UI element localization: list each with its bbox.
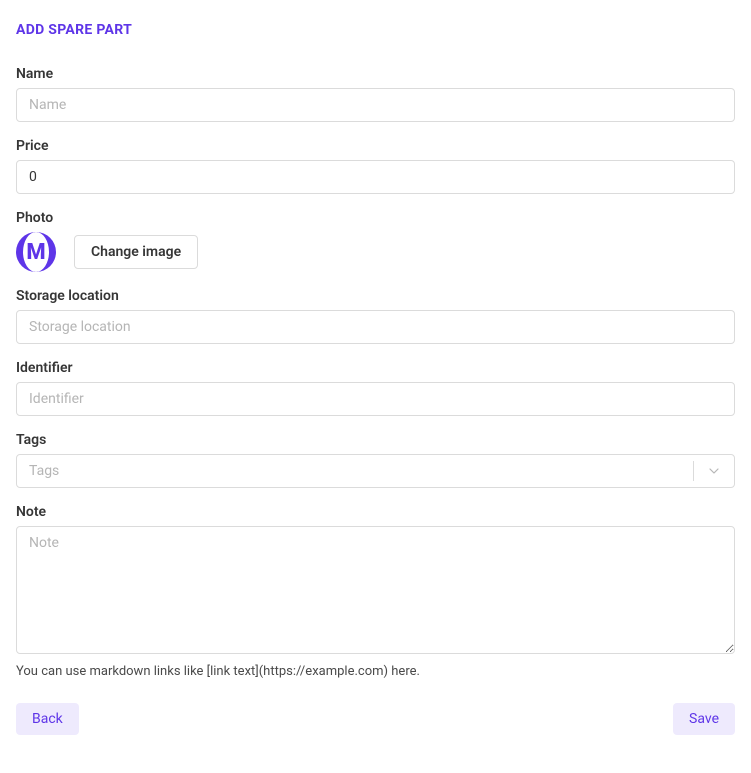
photo-label: Photo [16,210,735,226]
price-field: Price [16,138,735,194]
tags-label: Tags [16,432,735,448]
note-label: Note [16,504,735,520]
change-image-button[interactable]: Change image [74,235,198,269]
identifier-label: Identifier [16,360,735,376]
name-input[interactable] [16,88,735,122]
back-button[interactable]: Back [16,703,79,735]
page-title: ADD SPARE PART [16,22,735,38]
note-field: Note You can use markdown links like [li… [16,504,735,679]
price-label: Price [16,138,735,154]
identifier-field: Identifier [16,360,735,416]
button-row: Back Save [16,703,735,735]
tags-select[interactable]: Tags [16,454,735,488]
storage-location-field: Storage location [16,288,735,344]
photo-row: M Change image [16,232,735,272]
chevron-down-icon [694,463,734,479]
tags-placeholder: Tags [17,455,693,487]
note-help-text: You can use markdown links like [link te… [16,664,735,679]
save-button[interactable]: Save [673,703,735,735]
name-field: Name [16,66,735,122]
tags-field: Tags Tags [16,432,735,488]
identifier-input[interactable] [16,382,735,416]
price-input[interactable] [16,160,735,194]
photo-field: Photo M Change image [16,210,735,272]
storage-location-input[interactable] [16,310,735,344]
name-label: Name [16,66,735,82]
photo-logo-icon: M [16,232,56,272]
photo-logo-letter: M [26,240,45,265]
storage-location-label: Storage location [16,288,735,304]
note-textarea[interactable] [16,526,735,654]
